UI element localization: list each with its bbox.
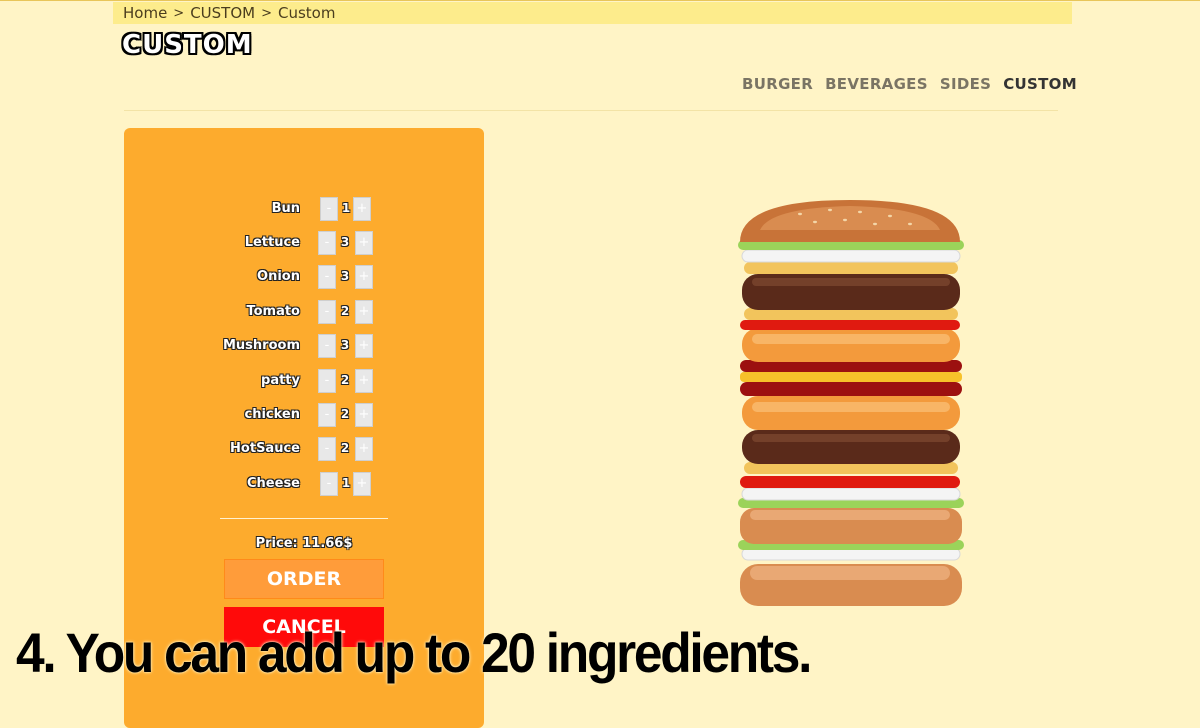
bottom-bun-highlight: [750, 566, 950, 580]
ingredient-count: 2: [340, 441, 350, 455]
ingredient-row-tomato: Tomato - 2 +: [124, 300, 484, 326]
ingredient-row-lettuce: Lettuce - 3 +: [124, 231, 484, 257]
tomato-layer: [740, 320, 960, 330]
ingredient-count: 3: [340, 235, 350, 249]
breadcrumb-separator-icon: >: [261, 5, 272, 21]
chicken-highlight: [752, 402, 950, 412]
ingredient-label: Onion: [257, 269, 300, 284]
price-display: Price: 11.66$: [255, 536, 353, 551]
patty-highlight: [752, 278, 950, 286]
ingredient-count: 1: [341, 201, 351, 215]
nav-item-beverages[interactable]: BEVERAGES: [825, 75, 928, 93]
ingredient-count: 2: [340, 407, 350, 421]
ingredient-label: patty: [261, 373, 300, 388]
order-button[interactable]: ORDER: [224, 559, 384, 599]
ingredient-row-hotsauce: HotSauce - 2 +: [124, 437, 484, 463]
decrease-mushroom-button[interactable]: -: [318, 334, 336, 358]
ingredient-count: 2: [340, 304, 350, 318]
increase-bun-button[interactable]: +: [353, 197, 371, 221]
ingredient-row-chicken: chicken - 2 +: [124, 403, 484, 429]
decrease-bun-button[interactable]: -: [320, 197, 338, 221]
header-divider: [124, 110, 1058, 111]
nav-item-burger[interactable]: BURGER: [742, 75, 813, 93]
breadcrumb: Home > CUSTOM > Custom: [113, 2, 1072, 24]
chicken-layer: [742, 328, 960, 362]
ingredient-label: Bun: [271, 201, 300, 216]
breadcrumb-category[interactable]: CUSTOM: [190, 4, 255, 22]
ingredient-label: Tomato: [246, 304, 300, 319]
breadcrumb-home[interactable]: Home: [123, 4, 167, 22]
increase-hotsauce-button[interactable]: +: [355, 437, 373, 461]
ingredient-count: 3: [340, 338, 350, 352]
top-border: [0, 0, 1200, 1]
increase-chicken-button[interactable]: +: [355, 403, 373, 427]
ingredient-count: 2: [340, 373, 350, 387]
ingredient-row-onion: Onion - 3 +: [124, 265, 484, 291]
nav-item-sides[interactable]: SIDES: [940, 75, 991, 93]
ingredient-label: Lettuce: [244, 235, 300, 250]
decrease-cheese-button[interactable]: -: [320, 472, 338, 496]
ingredient-label: Mushroom: [222, 338, 300, 353]
mushroom-layer: [744, 262, 958, 274]
ingredient-count: 1: [341, 476, 351, 490]
ingredient-count: 3: [340, 269, 350, 283]
decrease-tomato-button[interactable]: -: [318, 300, 336, 324]
page-logo[interactable]: CUSTOM: [122, 30, 253, 60]
decrease-lettuce-button[interactable]: -: [318, 231, 336, 255]
cheese-layer: [740, 372, 962, 382]
tomato-layer: [740, 476, 960, 488]
middle-bun-highlight: [750, 510, 950, 520]
increase-lettuce-button[interactable]: +: [355, 231, 373, 255]
ingredient-label: Cheese: [247, 476, 300, 491]
decrease-onion-button[interactable]: -: [318, 265, 336, 289]
ingredient-label: HotSauce: [230, 441, 300, 456]
increase-mushroom-button[interactable]: +: [355, 334, 373, 358]
chicken-layer: [742, 396, 960, 430]
breadcrumb-current: Custom: [278, 4, 336, 22]
increase-tomato-button[interactable]: +: [355, 300, 373, 324]
ingredient-row-cheese: Cheese - 1 +: [124, 472, 484, 498]
decrease-chicken-button[interactable]: -: [318, 403, 336, 427]
main-nav: BURGER BEVERAGES SIDES CUSTOM: [742, 75, 1077, 93]
ingredient-row-mushroom: Mushroom - 3 +: [124, 334, 484, 360]
ingredient-label: chicken: [244, 407, 301, 422]
decrease-hotsauce-button[interactable]: -: [318, 437, 336, 461]
burger-preview-image: [738, 200, 964, 606]
onion-layer: [741, 249, 961, 263]
ingredient-row-bun: Bun - 1 +: [124, 197, 484, 223]
increase-patty-button[interactable]: +: [355, 369, 373, 393]
hotsauce-layer: [740, 382, 962, 396]
tutorial-caption: 4. You can add up to 20 ingredients.: [16, 621, 812, 684]
increase-cheese-button[interactable]: +: [353, 472, 371, 496]
decrease-patty-button[interactable]: -: [318, 369, 336, 393]
increase-onion-button[interactable]: +: [355, 265, 373, 289]
panel-divider: [220, 518, 388, 519]
breadcrumb-separator-icon: >: [173, 5, 185, 21]
patty-highlight: [752, 434, 950, 442]
onion-layer: [741, 487, 961, 501]
chicken-highlight: [752, 334, 950, 344]
ingredient-row-patty: patty - 2 +: [124, 369, 484, 395]
nav-item-custom[interactable]: CUSTOM: [1003, 75, 1077, 93]
